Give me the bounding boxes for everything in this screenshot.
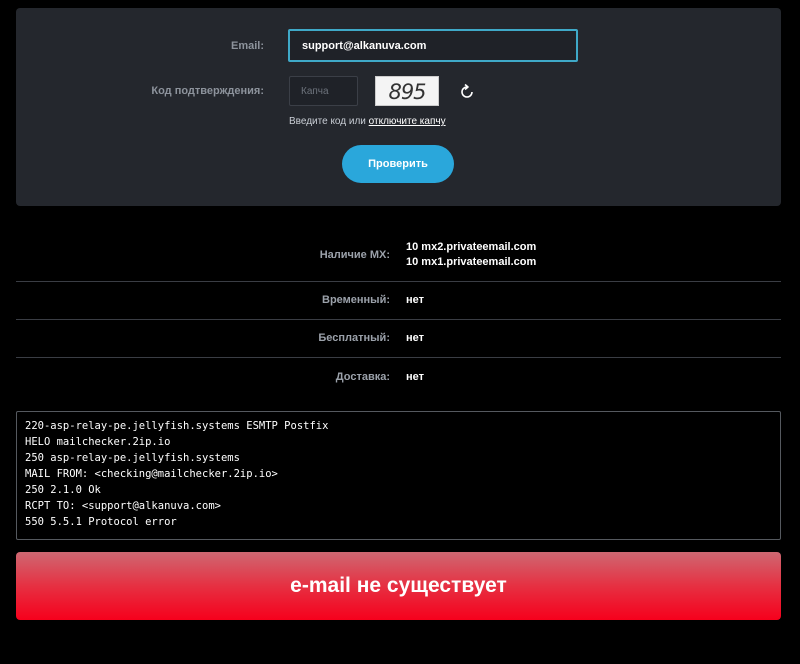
smtp-log[interactable]: 220-asp-relay-pe.jellyfish.systems ESMTP…: [16, 411, 781, 540]
delivery-value: нет: [406, 371, 425, 383]
divider: [16, 319, 781, 320]
free-label: Бесплатный:: [318, 332, 390, 344]
delivery-label: Доставка:: [335, 371, 390, 383]
log-line: 250 2.1.0 Ok: [25, 484, 101, 496]
free-value: нет: [406, 332, 425, 344]
check-button[interactable]: Проверить: [342, 145, 454, 183]
divider: [16, 281, 781, 282]
temporary-label: Временный:: [322, 294, 390, 306]
check-form: Email: Код подтверждения: 895 76 Введите…: [16, 8, 781, 206]
log-line: HELO mailchecker.2ip.io: [25, 436, 171, 448]
captcha-hint: Введите код или отключите капчу: [289, 116, 446, 127]
refresh-icon[interactable]: [457, 82, 477, 102]
captcha-image: 895 76: [375, 76, 439, 106]
log-line: 220-asp-relay-pe.jellyfish.systems ESMTP…: [25, 420, 329, 432]
log-line: RCPT TO: <support@alkanuva.com>: [25, 500, 221, 512]
divider: [16, 357, 781, 358]
disable-captcha-link[interactable]: отключите капчу: [369, 116, 446, 127]
temporary-value: нет: [406, 294, 425, 306]
log-line: 250 asp-relay-pe.jellyfish.systems: [25, 452, 240, 464]
log-line: MAIL FROM: <checking@mailchecker.2ip.io>: [25, 468, 278, 480]
code-label: Код подтверждения:: [151, 85, 264, 97]
mx-value: 10 mx1.privateemail.com: [406, 256, 537, 268]
captcha-input[interactable]: [289, 76, 358, 106]
email-label: Email:: [230, 40, 264, 52]
log-line: 550 5.5.1 Protocol error: [25, 516, 177, 528]
mx-values: 10 mx2.privateemail.com 10 mx1.privateem…: [406, 240, 536, 270]
captcha-hint-text: Введите код или: [289, 116, 369, 127]
status-banner: e-mail не существует: [16, 552, 781, 620]
email-input[interactable]: [288, 29, 578, 62]
mx-value: 10 mx2.privateemail.com: [406, 241, 537, 253]
mx-label: Наличие MX:: [319, 249, 390, 261]
